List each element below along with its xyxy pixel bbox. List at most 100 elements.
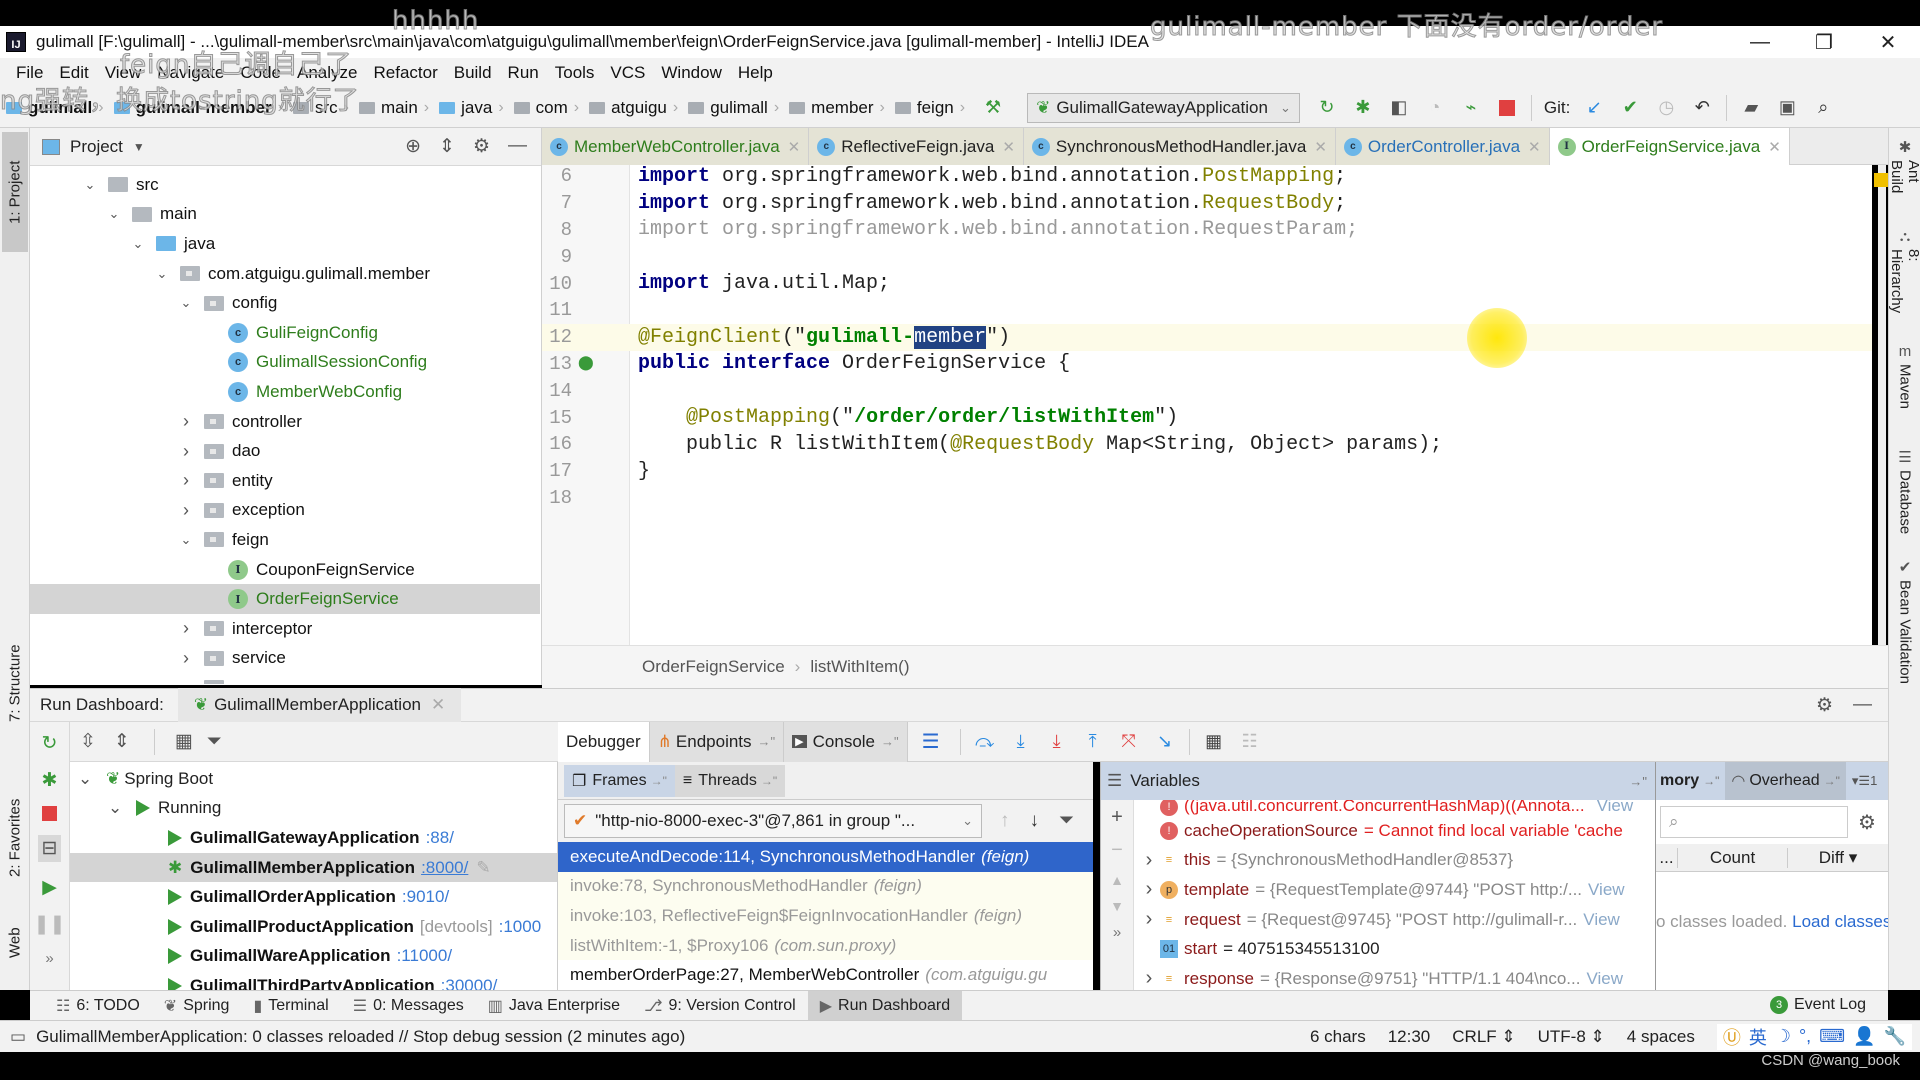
presentation-icon[interactable]: ▣: [1774, 95, 1800, 121]
line-separator[interactable]: CRLF ⇕: [1452, 1027, 1515, 1047]
chevron-down-icon[interactable]: ⌄: [82, 177, 98, 193]
bottom-tab-terminal[interactable]: ▮ Terminal: [241, 991, 340, 1021]
nav-crumb[interactable]: src ›: [292, 98, 355, 118]
moon-icon[interactable]: ☽: [1775, 1026, 1791, 1047]
stack-frame[interactable]: invoke:78, SynchronousMethodHandler (feig…: [558, 872, 1093, 902]
tool-tab-hierarchy[interactable]: ⛬ 8: Hierarchy: [1888, 228, 1920, 328]
tool-tab-structure[interactable]: 7: Structure: [2, 633, 28, 733]
tab-frames[interactable]: ❐ Frames →": [564, 764, 675, 797]
file-encoding[interactable]: UTF-8 ⇕: [1538, 1027, 1605, 1047]
remove-watch-icon[interactable]: −: [1111, 839, 1123, 862]
bottom-tab-9-version-control[interactable]: ⎇ 9: Version Control: [632, 991, 808, 1021]
run-config-item[interactable]: ⌄ Running: [70, 794, 557, 824]
more-icon[interactable]: »: [1113, 924, 1121, 941]
breadcrumb-item[interactable]: OrderFeignService: [642, 657, 785, 677]
project-tree-item[interactable]: c GulimallSessionConfig: [30, 348, 540, 378]
keyboard-icon[interactable]: ⌨: [1819, 1026, 1845, 1047]
menu-build[interactable]: Build: [446, 63, 500, 83]
menu-help[interactable]: Help: [730, 63, 781, 83]
project-tree-item[interactable]: › service: [30, 644, 540, 674]
project-tree-item[interactable]: I OrderFeignService: [30, 584, 540, 614]
project-tree-item[interactable]: ⌄ com.atguigu.gulimall.member: [30, 259, 540, 289]
menu-navigate[interactable]: Navigate: [149, 63, 232, 83]
menu-window[interactable]: Window: [653, 63, 729, 83]
trace-icon[interactable]: ☷: [1237, 729, 1263, 755]
chevron-right-icon[interactable]: ›: [178, 500, 194, 521]
nav-crumb[interactable]: main ›: [358, 98, 435, 118]
port-link[interactable]: :8000/: [421, 858, 468, 878]
stack-frame[interactable]: listWithItem:-1, $Proxy106 (com.sun.proxy…: [558, 931, 1093, 961]
project-tree-item[interactable]: › vo: [30, 673, 540, 684]
add-watch-icon[interactable]: +: [1111, 806, 1123, 829]
layout-menu-icon[interactable]: ▾☰1: [1852, 773, 1877, 789]
close-tab-icon[interactable]: ✕: [1002, 138, 1015, 156]
project-tree-item[interactable]: ⌄ config: [30, 288, 540, 318]
arrow-down-icon[interactable]: ↓: [1030, 810, 1040, 832]
git-history-icon[interactable]: ◷: [1653, 95, 1679, 121]
menu-code[interactable]: Code: [232, 63, 289, 83]
breadcrumb-item[interactable]: listWithItem(): [810, 657, 909, 677]
variable-row[interactable]: › ≡ response = {Response@9751} "HTTP/1.1 40…: [1134, 964, 1655, 990]
stop-icon[interactable]: [42, 806, 57, 821]
punctuation-icon[interactable]: °,: [1799, 1026, 1811, 1047]
hide-icon[interactable]: —: [508, 135, 527, 158]
run-config-item[interactable]: ✱ GulimallMemberApplication:8000/ ✎: [70, 852, 557, 883]
menu-tools[interactable]: Tools: [547, 63, 603, 83]
project-tree-item[interactable]: ⌄ main: [30, 200, 540, 230]
variable-row[interactable]: ! ((java.util.concurrent.ConcurrentHashMa…: [1134, 800, 1655, 816]
rerun-icon[interactable]: ↻: [42, 732, 58, 755]
indent-setting[interactable]: 4 spaces: [1627, 1027, 1695, 1047]
run-dashboard-tab[interactable]: ❦ GulimallMemberApplication ✕: [177, 688, 462, 722]
attach-debugger-icon[interactable]: ⌁: [1458, 95, 1484, 121]
menu-edit[interactable]: Edit: [51, 63, 96, 83]
status-icon[interactable]: ▭: [10, 1027, 26, 1047]
gear-icon[interactable]: ⚙: [1858, 810, 1876, 835]
run-config-item[interactable]: GulimallProductApplication [devtools]:100…: [70, 912, 557, 942]
debug-icon[interactable]: ✱: [1350, 95, 1376, 121]
chevron-down-icon[interactable]: ⌄: [178, 532, 194, 548]
tab-console[interactable]: ▶ Console →": [784, 721, 908, 762]
filter-icon[interactable]: ⏷: [207, 731, 222, 753]
run-to-cursor-icon[interactable]: ↘: [1152, 729, 1178, 755]
load-classes-link[interactable]: Load classes: [1792, 912, 1888, 931]
run-config-item[interactable]: ⌄ ❦ Spring Boot: [70, 764, 557, 794]
column-header-count[interactable]: Count: [1678, 847, 1788, 868]
close-icon[interactable]: ✕: [431, 695, 445, 715]
chevron-right-icon[interactable]: ›: [178, 618, 194, 639]
editor-tab[interactable]: c ReflectiveFeign.java ✕: [809, 128, 1024, 165]
chevron-down-icon[interactable]: ⌄: [130, 236, 146, 252]
port-link[interactable]: :30000/: [441, 976, 498, 990]
project-structure-icon[interactable]: ▰: [1738, 95, 1764, 121]
menu-file[interactable]: File: [8, 63, 51, 83]
chevron-right-icon[interactable]: ›: [178, 648, 194, 669]
locate-icon[interactable]: ⊕: [405, 135, 421, 158]
bottom-tab-6-todo[interactable]: ☷ 6: TODO: [44, 991, 152, 1021]
view-link[interactable]: View: [1597, 800, 1634, 816]
chevron-down-icon[interactable]: ⌄: [178, 295, 194, 311]
chevron-down-icon[interactable]: ▼: [133, 140, 145, 154]
menu-vcs[interactable]: VCS: [602, 63, 653, 83]
chevron-right-icon[interactable]: ›: [178, 441, 194, 462]
editor-tab[interactable]: I OrderFeignService.java ✕: [1549, 128, 1790, 165]
arrow-up-icon[interactable]: ↑: [1000, 810, 1010, 832]
editor-scrollbar[interactable]: [1874, 165, 1888, 645]
bottom-tab-0-messages[interactable]: ☰ 0: Messages: [341, 991, 476, 1021]
project-tree-item[interactable]: › dao: [30, 436, 540, 466]
show-execution-point-icon[interactable]: ☰: [922, 729, 940, 754]
run-config-item[interactable]: GulimallThirdPartyApplication:30000/: [70, 971, 557, 990]
nav-crumb[interactable]: com ›: [513, 98, 585, 118]
nav-crumb[interactable]: member ›: [789, 98, 891, 118]
move-up-icon[interactable]: ▲: [1110, 872, 1124, 888]
tab-threads[interactable]: ≡ Threads →": [674, 764, 786, 797]
move-down-icon[interactable]: ▼: [1110, 898, 1124, 914]
restore-button[interactable]: ❐: [1792, 26, 1856, 58]
nav-crumb[interactable]: gulimall ›: [688, 98, 785, 118]
close-tab-icon[interactable]: ✕: [1528, 138, 1541, 156]
run-config-item[interactable]: GulimallGatewayApplication:88/: [70, 823, 557, 853]
close-tab-icon[interactable]: ✕: [1314, 138, 1327, 156]
chevron-down-icon[interactable]: ⌄: [78, 769, 98, 789]
collapse-all-icon[interactable]: ⇕: [114, 730, 130, 753]
implemented-gutter-icon[interactable]: ⬤: [578, 355, 594, 372]
tab-endpoints[interactable]: ⋔ Endpoints →": [649, 721, 785, 762]
column-header-diff[interactable]: Diff ▾: [1788, 848, 1888, 868]
